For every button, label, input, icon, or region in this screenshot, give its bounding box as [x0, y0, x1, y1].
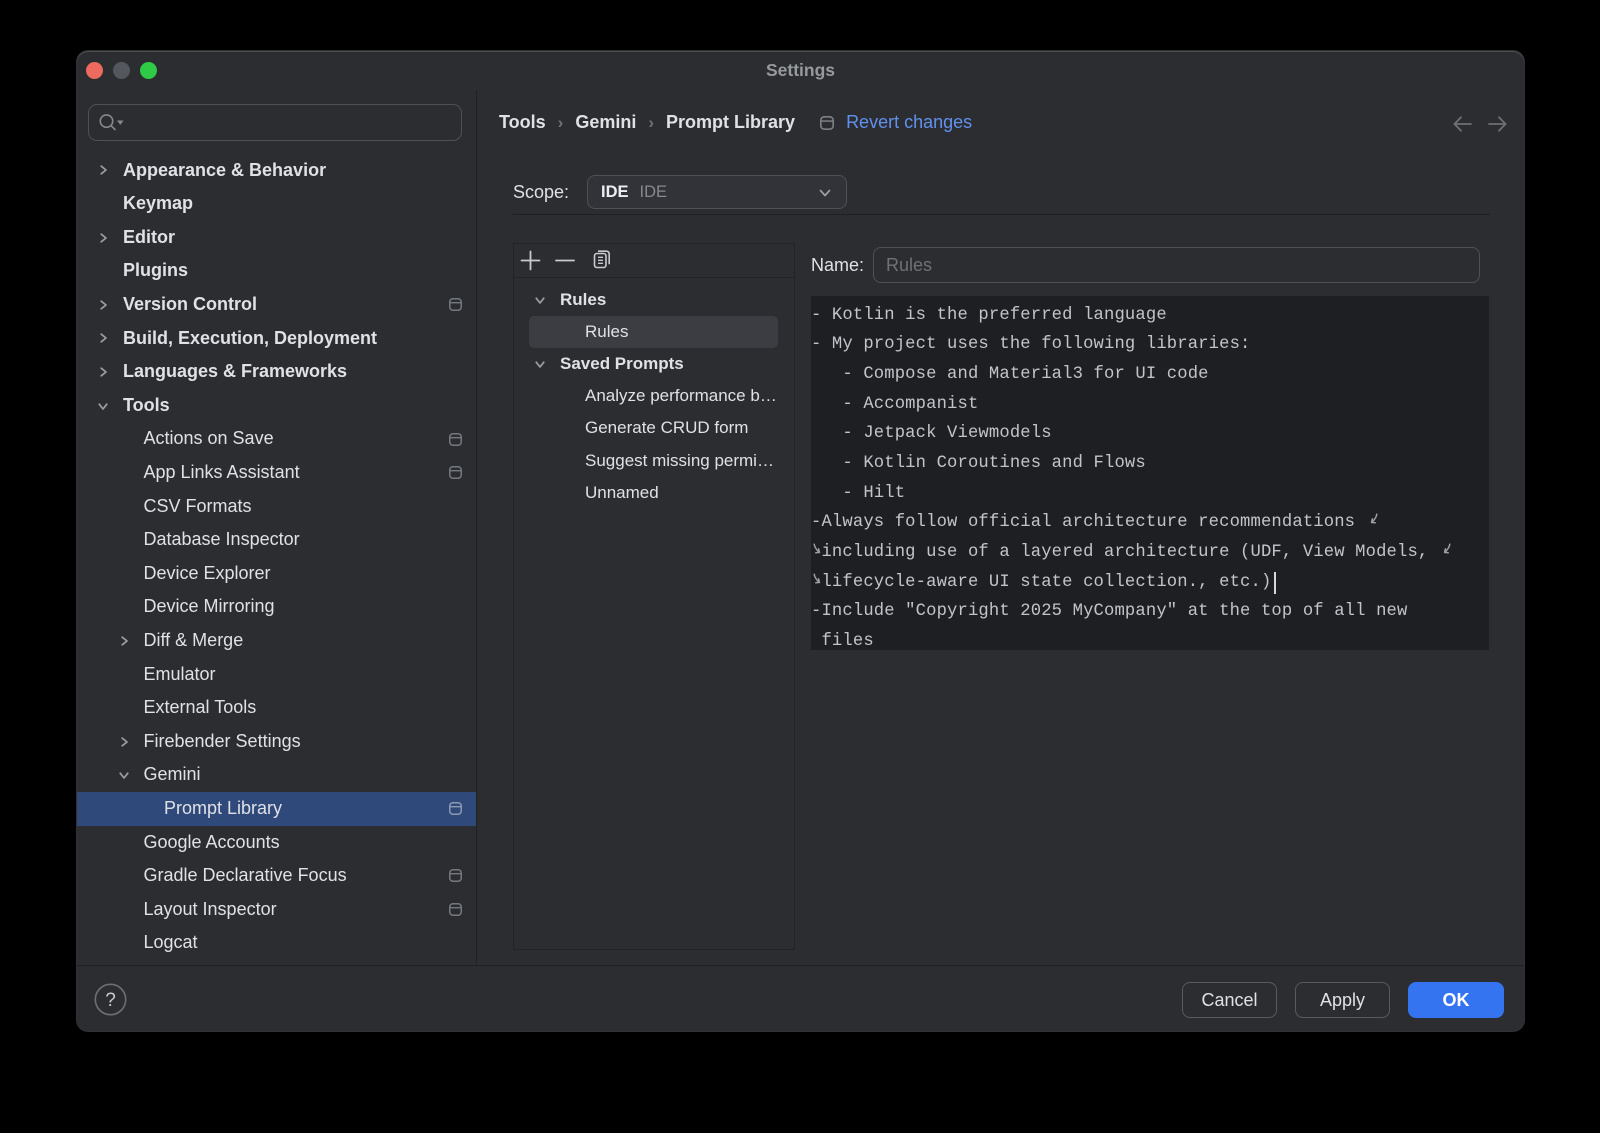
svg-text:?: ?: [105, 990, 116, 1011]
